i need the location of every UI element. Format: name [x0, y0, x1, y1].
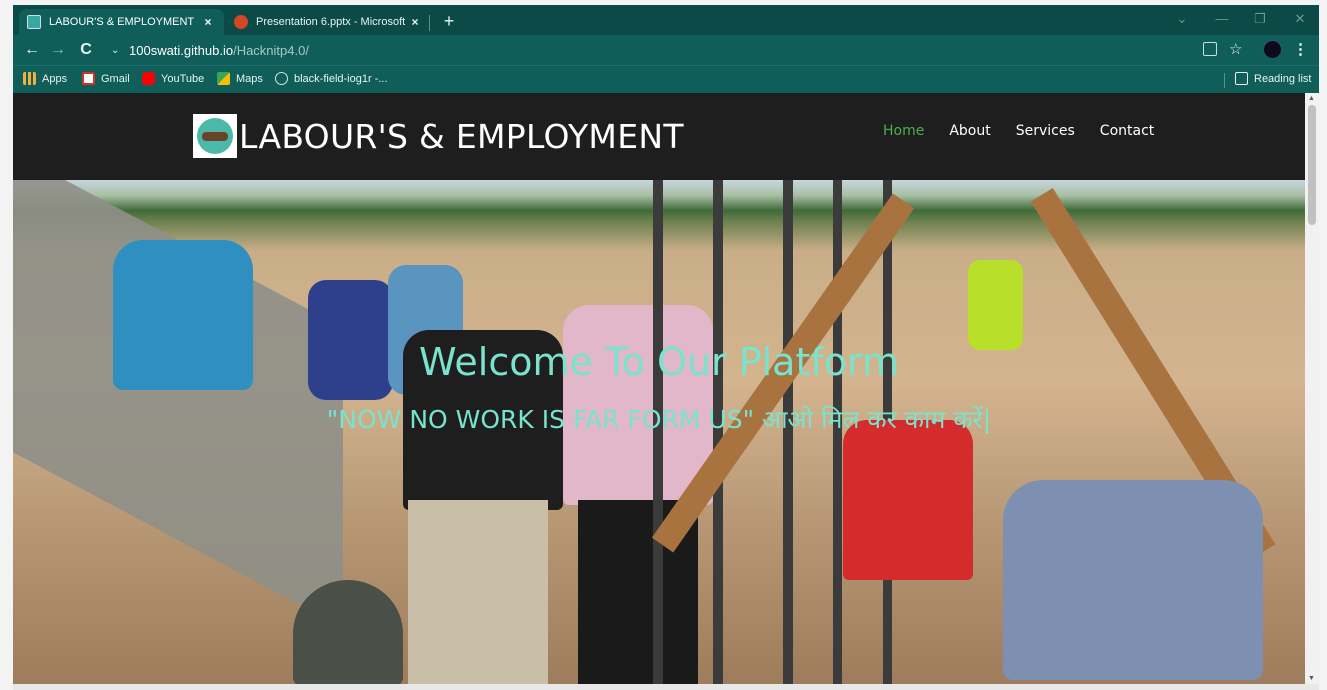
- minimize-button[interactable]: —: [1211, 11, 1233, 26]
- bookmark-label: YouTube: [161, 72, 205, 85]
- nav-link-home[interactable]: Home: [883, 123, 924, 139]
- profile-avatar[interactable]: [1263, 40, 1282, 59]
- scroll-down-icon[interactable]: ▼: [1308, 675, 1315, 682]
- person-figure-image: [408, 500, 548, 687]
- site-header: LABOUR'S & EMPLOYMENT Home About Service…: [13, 93, 1305, 180]
- browser-window: LABOUR'S & EMPLOYMENT × Presentation 6.p…: [13, 5, 1319, 687]
- forward-arrow-icon[interactable]: →: [49, 41, 67, 59]
- bookmark-black-field[interactable]: black-field-iog1r -...: [275, 72, 388, 85]
- hero-title: Welcome To Our Platform: [419, 340, 899, 384]
- site-favicon-icon: [27, 15, 41, 29]
- horizontal-scrollbar[interactable]: [13, 684, 1319, 690]
- close-window-button[interactable]: ✕: [1289, 11, 1311, 27]
- site-info-icon[interactable]: ⌄: [111, 45, 129, 56]
- worker-figure-image: [843, 420, 973, 580]
- handshake-logo-icon: [193, 114, 237, 158]
- nav-link-contact[interactable]: Contact: [1100, 123, 1154, 139]
- bookmark-label: Maps: [236, 72, 263, 85]
- tab-title: LABOUR'S & EMPLOYMENT: [49, 16, 195, 28]
- apps-grid-icon: [23, 72, 36, 85]
- scrollbar-thumb[interactable]: [1308, 105, 1316, 225]
- tab-divider: [429, 15, 430, 31]
- worker-figure-image: [968, 260, 1023, 350]
- reload-icon[interactable]: C: [77, 41, 95, 59]
- globe-icon: [275, 72, 288, 85]
- bookmark-label: black-field-iog1r -...: [294, 72, 388, 85]
- wet-concrete-image: [293, 580, 403, 687]
- tab-presentation[interactable]: Presentation 6.pptx - Microsoft P ×: [226, 9, 431, 35]
- back-arrow-icon[interactable]: ←: [23, 41, 41, 59]
- tab-labours-employment[interactable]: LABOUR'S & EMPLOYMENT ×: [19, 9, 224, 35]
- tab-search-icon[interactable]: ⌄: [1171, 11, 1193, 27]
- tab-strip: LABOUR'S & EMPLOYMENT × Presentation 6.p…: [13, 5, 1319, 35]
- site-logo[interactable]: LABOUR'S & EMPLOYMENT: [193, 114, 684, 158]
- scroll-up-icon[interactable]: ▲: [1308, 95, 1315, 102]
- gmail-icon: [82, 72, 95, 85]
- bookmark-youtube[interactable]: YouTube: [142, 72, 204, 85]
- nav-link-services[interactable]: Services: [1016, 123, 1075, 139]
- bookmark-label: Gmail: [101, 72, 130, 85]
- page-viewport: LABOUR'S & EMPLOYMENT Home About Service…: [13, 93, 1305, 687]
- worker-figure-image: [1003, 480, 1263, 680]
- hero-subtitle: "NOW NO WORK IS FAR FORM US" आओ मिल कर क…: [326, 405, 992, 434]
- reading-list-button[interactable]: Reading list: [1235, 72, 1311, 85]
- new-tab-button[interactable]: +: [439, 12, 459, 30]
- bookmarks-divider: [1224, 73, 1225, 88]
- vertical-scrollbar[interactable]: ▲ ▼: [1305, 93, 1319, 687]
- close-tab-icon[interactable]: ×: [407, 15, 423, 29]
- tab-title: Presentation 6.pptx - Microsoft P: [256, 16, 407, 28]
- nav-link-about[interactable]: About: [949, 123, 990, 139]
- bookmark-maps[interactable]: Maps: [217, 72, 263, 85]
- screen: LABOUR'S & EMPLOYMENT × Presentation 6.p…: [0, 0, 1327, 690]
- powerpoint-icon: [234, 15, 248, 29]
- site-nav: Home About Services Contact: [883, 123, 1154, 139]
- bookmark-gmail[interactable]: Gmail: [82, 72, 130, 85]
- bookmark-label: Apps: [42, 72, 68, 85]
- close-tab-icon[interactable]: ×: [200, 15, 216, 29]
- youtube-icon: [142, 72, 155, 85]
- site-logo-text: LABOUR'S & EMPLOYMENT: [239, 116, 684, 156]
- more-menu-icon[interactable]: ⋮: [1293, 40, 1308, 58]
- bookmark-apps[interactable]: Apps: [23, 72, 67, 85]
- bookmarks-bar: Apps Gmail YouTube Maps black-field-iog1…: [13, 65, 1319, 93]
- hero-banner: Welcome To Our Platform "NOW NO WORK IS …: [13, 180, 1305, 687]
- reading-list-label: Reading list: [1254, 72, 1312, 85]
- address-bar[interactable]: ⌄ 100swati.github.io /Hacknitp4.0/: [111, 40, 1201, 61]
- url-path: /Hacknitp4.0/: [233, 43, 309, 58]
- url-host: 100swati.github.io: [129, 43, 234, 58]
- maximize-button[interactable]: ❐: [1249, 11, 1271, 27]
- browser-toolbar: ← → C ⌄ 100swati.github.io /Hacknitp4.0/…: [13, 35, 1319, 65]
- share-icon[interactable]: [1203, 42, 1217, 56]
- maps-icon: [217, 72, 230, 85]
- bookmark-star-icon[interactable]: ☆: [1229, 40, 1242, 58]
- reading-list-icon: [1235, 72, 1248, 85]
